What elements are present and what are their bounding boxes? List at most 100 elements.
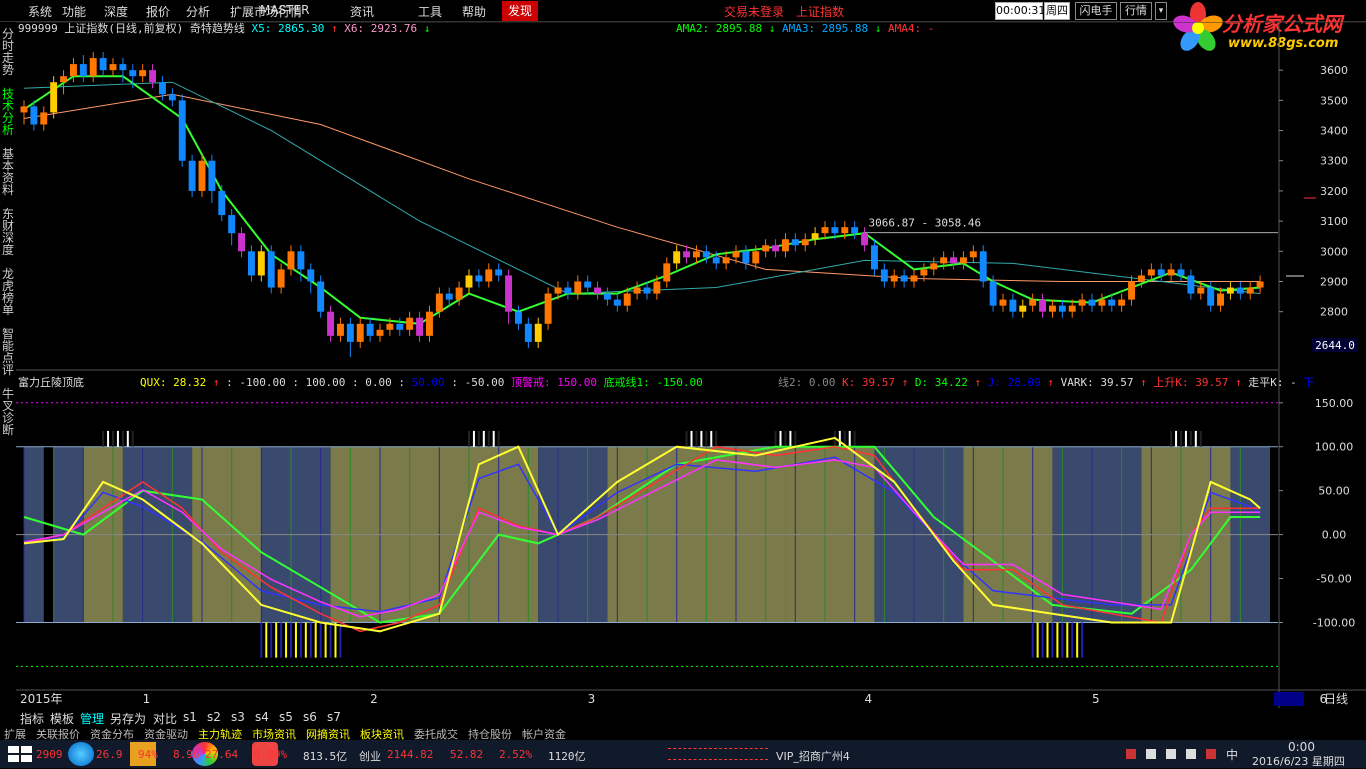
- sub-y-tick-label: 50.00: [1318, 485, 1350, 498]
- candle-body: [1197, 287, 1205, 294]
- candle-body: [791, 239, 799, 246]
- sub-y-tick-label: -100.00: [1313, 616, 1355, 629]
- sidebar-item-3[interactable]: 东财深度: [2, 208, 15, 256]
- sub-legend-item-17: 线2:: [778, 375, 809, 389]
- bottom-tab-11[interactable]: s7: [327, 710, 341, 724]
- chart-area[interactable]: 999999 上证指数(日线,前复权) 奇特趋势线 X5: 2865.30 ↑ …: [16, 22, 1366, 708]
- main-legend-item-3: X5:: [251, 22, 278, 35]
- menu-item-6[interactable]: MASTER: [260, 3, 309, 17]
- taskbar-clock: 0:00: [1288, 740, 1315, 754]
- menu-item-1[interactable]: 功能: [62, 3, 86, 20]
- windows-start-icon[interactable]: [6, 744, 34, 764]
- x-axis-month-label: 1: [143, 692, 151, 706]
- bottom-tab-10[interactable]: s6: [303, 710, 317, 724]
- candle-body: [1009, 299, 1017, 312]
- status-value-6: 813.5亿: [303, 750, 348, 763]
- bottom-tab-7[interactable]: s3: [231, 710, 245, 724]
- sub-legend-item-6: 100.00: [306, 376, 352, 389]
- candle-body: [544, 293, 552, 324]
- y-tick-label: 3400: [1320, 125, 1348, 138]
- candle-body: [30, 106, 38, 125]
- bottom-tab-8[interactable]: s4: [255, 710, 269, 724]
- sidebar-item-0[interactable]: 分时走势: [2, 28, 15, 76]
- candle-body: [702, 251, 710, 258]
- candle-body: [327, 311, 335, 336]
- candle-body: [89, 58, 97, 77]
- bottom-tab-5[interactable]: s1: [183, 710, 197, 724]
- sub-legend-item-23: 34.22: [935, 376, 975, 389]
- candle-body: [505, 275, 513, 312]
- candle-body: [574, 281, 582, 294]
- candle-body: [910, 275, 918, 282]
- status-value-0: 2909: [36, 748, 63, 761]
- sidebar-item-2[interactable]: 基本资料: [2, 148, 15, 196]
- candle-body: [712, 257, 720, 264]
- candle-body: [772, 245, 780, 252]
- candle-body: [178, 100, 186, 161]
- sub-legend-item-34: 走平K:: [1248, 376, 1290, 389]
- candle-body: [376, 329, 384, 336]
- main-legend-item-10: 2895.88: [716, 22, 769, 35]
- sub-legend-item-8: 0.00: [365, 376, 398, 389]
- sub-legend-item-0: QUX:: [140, 376, 173, 389]
- status-value-3: 8.96: [173, 748, 200, 761]
- candle-body: [198, 160, 206, 191]
- bottom-tab-4[interactable]: 对比: [153, 710, 177, 727]
- bottom-tab-3[interactable]: 另存为: [110, 710, 146, 727]
- ime-indicator[interactable]: 中: [1226, 746, 1238, 763]
- menu-item-7[interactable]: 资讯: [350, 3, 374, 20]
- candle-body: [485, 269, 493, 282]
- lightning-trade-button[interactable]: 闪电手: [1075, 2, 1117, 20]
- sub-legend-item-14: 150.00: [557, 376, 603, 389]
- header-dropdown-button[interactable]: ▾: [1155, 2, 1167, 20]
- candle-body: [1019, 305, 1027, 312]
- status-value-10: 2.52%: [499, 748, 533, 761]
- candle-body: [742, 251, 750, 264]
- menu-item-4[interactable]: 分析: [186, 3, 210, 20]
- sidebar-item-1[interactable]: 技术分析: [2, 88, 15, 136]
- menu-item-9[interactable]: 帮助: [462, 3, 486, 20]
- candle-body: [594, 287, 602, 294]
- sub-legend-item-1: 28.32: [173, 376, 213, 389]
- candle-body: [346, 323, 354, 342]
- bottom-tab-0[interactable]: 指标: [20, 710, 44, 727]
- sub-legend-item-21: ↑: [902, 376, 915, 389]
- candle-body: [1256, 281, 1264, 288]
- sidebar-item-6[interactable]: 牛叉诊断: [2, 388, 15, 436]
- login-status[interactable]: 交易未登录: [724, 3, 784, 20]
- y-tick-label: 3000: [1320, 245, 1348, 258]
- candle-body: [238, 233, 246, 252]
- candle-body: [1147, 269, 1155, 276]
- tray-icons[interactable]: [1124, 746, 1220, 762]
- candle-body: [336, 323, 344, 336]
- bottom-tab-6[interactable]: s2: [207, 710, 221, 724]
- status-value-4: 27.64: [205, 748, 239, 761]
- browser-icon[interactable]: [68, 742, 94, 766]
- sub-legend-item-33: ↑: [1235, 376, 1248, 389]
- menu-item-3[interactable]: 报价: [146, 3, 170, 20]
- candle-body: [722, 257, 730, 264]
- sub-legend-item-2: ↑: [213, 376, 226, 389]
- quote-button[interactable]: 行情: [1120, 2, 1152, 20]
- sub-chart-title: 富力丘陵顶底: [18, 375, 84, 389]
- candle-body: [534, 323, 542, 342]
- sidebar: 分时走势技术分析基本资料东财深度龙虎榜单智能点评牛叉诊断: [0, 24, 16, 684]
- y-tick-label: 3600: [1320, 64, 1348, 77]
- candle-body: [79, 64, 87, 77]
- menu-item-0[interactable]: 系统: [28, 3, 52, 20]
- menu-item-2[interactable]: 深度: [104, 3, 128, 20]
- bottom-tab-1[interactable]: 模板: [50, 710, 74, 727]
- candle-body: [99, 58, 107, 71]
- sidebar-item-4[interactable]: 龙虎榜单: [2, 268, 15, 316]
- menu-item-8[interactable]: 工具: [418, 3, 442, 20]
- bottom-tab-2[interactable]: 管理: [80, 710, 104, 727]
- candle-body: [1039, 299, 1047, 312]
- candle-body: [692, 251, 700, 258]
- bottom-tab-9[interactable]: s5: [279, 710, 293, 724]
- weekday-display: 周四: [1044, 2, 1070, 20]
- sub-legend-item-28: VARK:: [1061, 376, 1101, 389]
- main-legend-item-13: 2895.88: [822, 22, 875, 35]
- sidebar-item-5[interactable]: 智能点评: [2, 328, 15, 376]
- ma-fast-line: [23, 75, 1261, 325]
- menu-item-10[interactable]: 发现: [502, 1, 539, 21]
